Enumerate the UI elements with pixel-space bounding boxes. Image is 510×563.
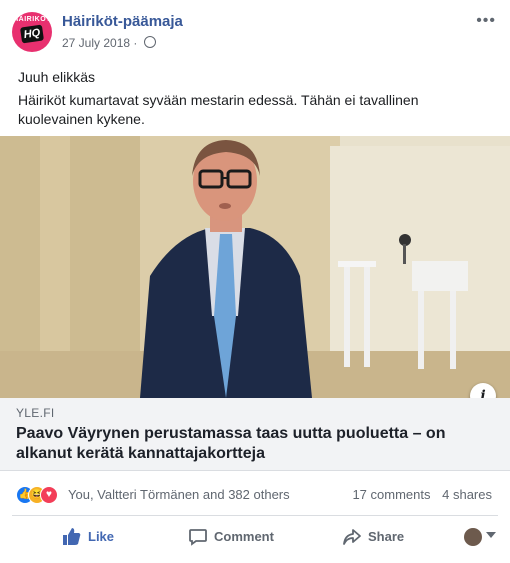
page-avatar[interactable]: HÄIRIKÖT HQ — [12, 12, 52, 52]
avatar-logo-badge: HQ — [19, 24, 45, 44]
link-preview-image[interactable] — [0, 136, 510, 398]
love-reaction-icon: ♥ — [40, 486, 58, 504]
like-label: Like — [88, 529, 115, 544]
share-icon — [343, 529, 361, 545]
divider — [12, 515, 498, 516]
facebook-post: HÄIRIKÖT HQ Häiriköt-päämaja 27 July 201… — [0, 0, 510, 563]
thumbs-up-icon — [63, 528, 81, 545]
avatar-logo-hq: HQ — [22, 26, 42, 42]
more-options-icon[interactable]: ••• — [476, 12, 496, 30]
link-domain: YLE.FI — [16, 406, 55, 420]
link-headline[interactable]: Paavo Väyrynen perustamassa taas uutta p… — [16, 424, 486, 464]
share-label: Share — [368, 529, 405, 544]
chevron-down-icon[interactable] — [486, 532, 496, 538]
share-count[interactable]: 4 shares — [442, 487, 492, 502]
avatar-logo-text: HÄIRIKÖT — [13, 16, 51, 23]
page-name-link[interactable]: Häiriköt-päämaja — [62, 13, 183, 30]
comment-count[interactable]: 17 comments — [352, 487, 430, 502]
post-date[interactable]: 27 July 2018 — [62, 36, 130, 50]
globe-icon[interactable] — [143, 36, 156, 48]
link-preview[interactable]: YLE.FI Paavo Väyrynen perustamassa taas … — [0, 398, 510, 471]
comment-icon — [189, 529, 207, 546]
photo-illustration — [0, 136, 510, 398]
post-text-line2: Häiriköt kumartavat syvään mestarin edes… — [18, 92, 419, 127]
engagement-counts: 17 comments 4 shares — [344, 487, 492, 502]
user-avatar[interactable] — [464, 528, 482, 546]
post-text-line1: Juuh elikkäs — [18, 69, 96, 85]
comment-label: Comment — [214, 529, 274, 544]
post-meta: 27 July 2018 · — [62, 36, 156, 50]
reaction-names[interactable]: You, Valtteri Törmänen and 382 others — [68, 487, 290, 502]
